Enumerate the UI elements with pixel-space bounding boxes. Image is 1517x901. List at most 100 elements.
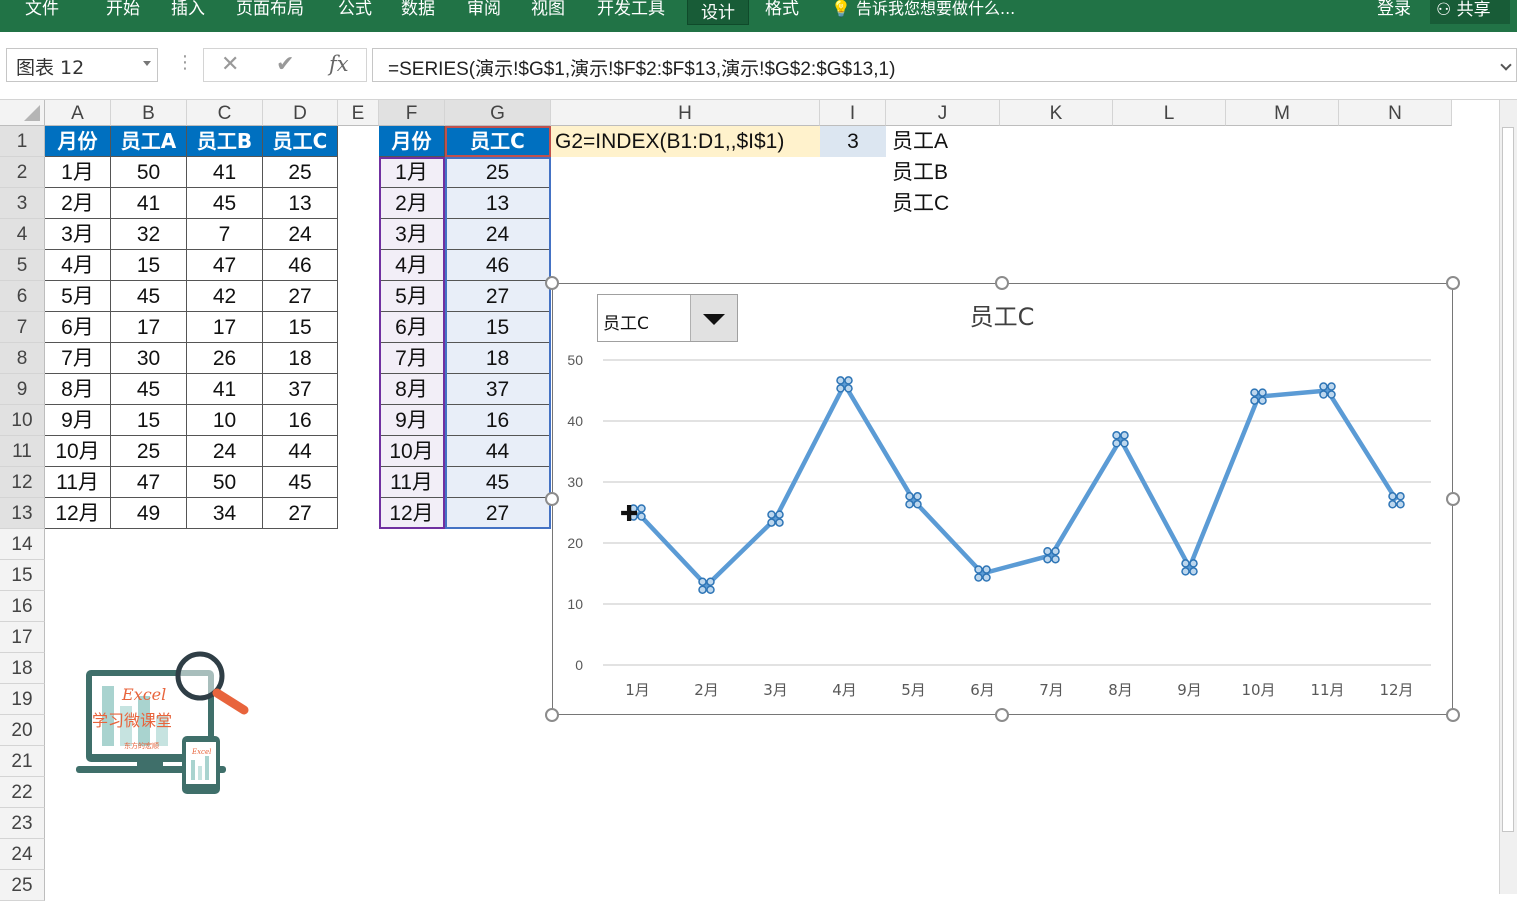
table1-cell[interactable]: 24 [263, 219, 338, 250]
table2-cell[interactable]: 9月 [379, 405, 445, 436]
table2-cell[interactable]: 13 [445, 188, 551, 219]
resize-handle-tl[interactable] [545, 276, 559, 290]
enter-icon[interactable]: ✔ [276, 52, 294, 77]
table1-cell[interactable]: 13 [263, 188, 338, 219]
column-header-k[interactable]: K [1000, 100, 1113, 126]
table1-cell[interactable]: 25 [263, 157, 338, 188]
row-header-1[interactable]: 1 [0, 126, 45, 157]
table2-cell[interactable]: 37 [445, 374, 551, 405]
row-header-7[interactable]: 7 [0, 312, 45, 343]
column-header-e[interactable]: E [338, 100, 379, 126]
table1-cell[interactable]: 2月 [45, 188, 111, 219]
resize-handle-bottom[interactable] [995, 708, 1009, 722]
table2-cell[interactable]: 46 [445, 250, 551, 281]
table2-header-cell[interactable]: 员工C [445, 126, 551, 157]
row-header-2[interactable]: 2 [0, 157, 45, 188]
row-header-20[interactable]: 20 [0, 715, 45, 746]
table1-cell[interactable]: 17 [187, 312, 263, 343]
table2-cell[interactable]: 15 [445, 312, 551, 343]
formula-input[interactable]: =SERIES(演示!$G$1,演示!$F$2:$F$13,演示!$G$2:$G… [372, 48, 1517, 82]
row-header-14[interactable]: 14 [0, 529, 45, 560]
table1-cell[interactable]: 45 [111, 374, 187, 405]
table1-header-cell[interactable]: 月份 [45, 126, 111, 157]
row-header-5[interactable]: 5 [0, 250, 45, 281]
column-header-n[interactable]: N [1339, 100, 1452, 126]
row-header-17[interactable]: 17 [0, 622, 45, 653]
tab-review[interactable]: 审阅 [467, 0, 501, 22]
row-header-8[interactable]: 8 [0, 343, 45, 374]
table1-cell[interactable]: 3月 [45, 219, 111, 250]
table1-cell[interactable]: 50 [111, 157, 187, 188]
table1-cell[interactable]: 8月 [45, 374, 111, 405]
table1-cell[interactable]: 34 [187, 498, 263, 529]
tab-formulas[interactable]: 公式 [338, 0, 372, 22]
tab-page-layout[interactable]: 页面布局 [236, 0, 304, 22]
chart-title[interactable]: 员工C [970, 303, 1035, 331]
scrollbar-thumb[interactable] [1502, 127, 1514, 832]
row-header-4[interactable]: 4 [0, 219, 45, 250]
table2-cell[interactable]: 16 [445, 405, 551, 436]
tab-home[interactable]: 开始 [106, 0, 140, 22]
tab-file[interactable]: 文件 [25, 0, 59, 22]
table1-cell[interactable]: 45 [111, 281, 187, 312]
table1-cell[interactable]: 41 [187, 157, 263, 188]
table2-cell[interactable]: 2月 [379, 188, 445, 219]
column-header-f[interactable]: F [379, 100, 445, 126]
table1-cell[interactable]: 7月 [45, 343, 111, 374]
row-header-13[interactable]: 13 [0, 498, 45, 529]
resize-handle-tr[interactable] [1446, 276, 1460, 290]
table2-cell[interactable]: 18 [445, 343, 551, 374]
table2-cell[interactable]: 6月 [379, 312, 445, 343]
table1-cell[interactable]: 17 [111, 312, 187, 343]
row-header-24[interactable]: 24 [0, 839, 45, 870]
table2-cell[interactable]: 27 [445, 498, 551, 529]
table2-cell[interactable]: 44 [445, 436, 551, 467]
table2-cell[interactable]: 7月 [379, 343, 445, 374]
table1-cell[interactable]: 10 [187, 405, 263, 436]
table2-cell[interactable]: 25 [445, 157, 551, 188]
table1-cell[interactable]: 26 [187, 343, 263, 374]
table2-cell[interactable]: 4月 [379, 250, 445, 281]
table1-cell[interactable]: 41 [111, 188, 187, 219]
row-header-21[interactable]: 21 [0, 746, 45, 777]
table2-cell[interactable]: 3月 [379, 219, 445, 250]
row-header-3[interactable]: 3 [0, 188, 45, 219]
column-header-m[interactable]: M [1226, 100, 1339, 126]
table1-cell[interactable]: 50 [187, 467, 263, 498]
tab-format[interactable]: 格式 [765, 0, 799, 22]
table1-cell[interactable]: 10月 [45, 436, 111, 467]
column-header-g[interactable]: G [445, 100, 551, 126]
name-list-cell[interactable]: 员工C [886, 188, 1000, 219]
column-header-c[interactable]: C [187, 100, 263, 126]
selected-index-cell[interactable]: 3 [820, 126, 886, 157]
series-line-员工C[interactable] [635, 382, 1399, 588]
employee-combo-box[interactable]: 员工C [597, 294, 738, 342]
table1-cell[interactable]: 45 [263, 467, 338, 498]
table1-cell[interactable]: 15 [263, 312, 338, 343]
name-list-cell[interactable]: 员工A [886, 126, 1000, 157]
table1-cell[interactable]: 49 [111, 498, 187, 529]
select-all-corner[interactable] [0, 100, 45, 126]
table1-cell[interactable]: 18 [263, 343, 338, 374]
resize-handle-right[interactable] [1446, 492, 1460, 506]
table2-cell[interactable]: 12月 [379, 498, 445, 529]
table1-cell[interactable]: 11月 [45, 467, 111, 498]
table1-cell[interactable]: 1月 [45, 157, 111, 188]
expand-chevron-icon[interactable] [1500, 59, 1512, 71]
table1-cell[interactable]: 46 [263, 250, 338, 281]
resize-handle-bl[interactable] [545, 708, 559, 722]
table1-cell[interactable]: 5月 [45, 281, 111, 312]
table1-cell[interactable]: 16 [263, 405, 338, 436]
table1-cell[interactable]: 47 [187, 250, 263, 281]
cancel-icon[interactable]: ✕ [221, 52, 239, 77]
table2-cell[interactable]: 24 [445, 219, 551, 250]
table1-cell[interactable]: 32 [111, 219, 187, 250]
name-box[interactable]: 图表 12 [6, 48, 158, 82]
table1-cell[interactable]: 27 [263, 281, 338, 312]
row-header-15[interactable]: 15 [0, 560, 45, 591]
table1-cell[interactable]: 41 [187, 374, 263, 405]
row-header-25[interactable]: 25 [0, 870, 45, 901]
resize-handle-left[interactable] [545, 492, 559, 506]
table1-cell[interactable]: 27 [263, 498, 338, 529]
row-header-19[interactable]: 19 [0, 684, 45, 715]
